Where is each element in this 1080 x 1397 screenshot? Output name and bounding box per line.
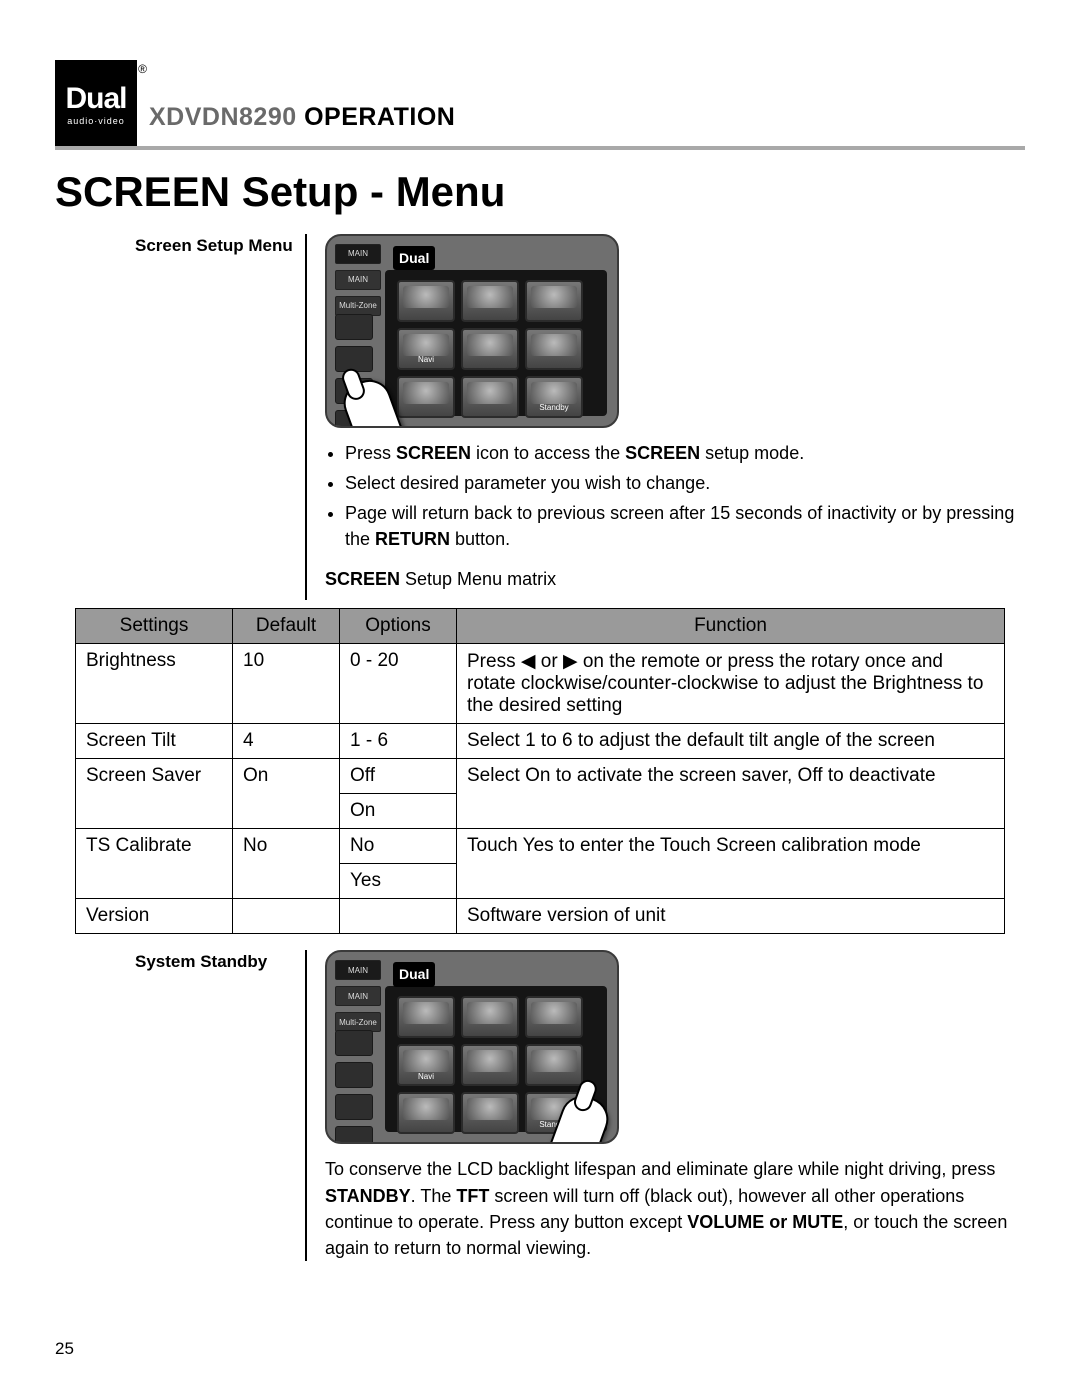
tab-multizone: Multi-Zone [335,296,381,316]
model-number: XDVDN8290 [149,103,297,131]
app-tile [461,1044,519,1086]
right-arrow-icon: ▶ [563,651,578,672]
block-label: Screen Setup Menu [135,234,305,600]
cell-default: No [233,829,340,899]
app-tile [525,1044,583,1086]
cell-default [233,899,340,934]
cell-function: Touch Yes to enter the Touch Screen cali… [457,829,1005,899]
tab-main-2: MAIN [335,270,381,290]
cell-options: Yes [340,864,457,899]
instruction-item: Page will return back to previous screen… [345,500,1025,552]
app-tile [397,996,455,1038]
table-row: Screen Saver On Off Select On to activat… [76,759,1005,794]
operation-label: OPERATION [297,103,456,131]
app-grid [397,996,583,1134]
side-icon [335,1062,373,1088]
block-content: Dual MAIN MAIN Multi-Zone [305,234,1025,600]
page-number: 25 [55,1339,74,1359]
cell-settings: Brightness [76,644,233,724]
instruction-item: Select desired parameter you wish to cha… [345,470,1025,496]
cell-default: 10 [233,644,340,724]
cell-function: Select 1 to 6 to adjust the default tilt… [457,724,1005,759]
cell-settings: Version [76,899,233,934]
manual-page: ® Dual audio·video XDVDN8290 OPERATION S… [0,0,1080,1397]
app-tile [397,280,455,322]
table-row: Version Software version of unit [76,899,1005,934]
left-arrow-icon: ◀ [521,651,536,672]
logo-text: Dual [65,85,126,112]
side-icon [335,314,373,340]
side-icon [335,1094,373,1120]
cell-function: Press ◀ or ▶ on the remote or press the … [457,644,1005,724]
tab-multizone: Multi-Zone [335,1012,381,1032]
device-screenshot: Dual MAIN MAIN Multi-Zone [325,234,619,428]
app-tile [461,996,519,1038]
cell-options: 1 - 6 [340,724,457,759]
app-navi [397,328,455,370]
cell-options: No [340,829,457,864]
device-brand: Dual [393,246,435,270]
cell-options: 0 - 20 [340,644,457,724]
block-content: Dual MAIN MAIN Multi-Zone [305,950,1025,1260]
app-tile [461,328,519,370]
pointing-hand-icon [338,374,405,428]
app-tile [461,376,519,418]
app-tile [525,280,583,322]
page-header: ® Dual audio·video XDVDN8290 OPERATION [55,60,1025,150]
table-header-row: Settings Default Options Function [76,609,1005,644]
app-navi [397,1044,455,1086]
cell-function: Select On to activate the screen saver, … [457,759,1005,829]
app-tile [525,328,583,370]
col-options: Options [340,609,457,644]
matrix-caption: SCREEN Setup Menu matrix [325,566,1025,592]
side-tabs: MAIN MAIN Multi-Zone [335,960,381,1032]
settings-matrix-table: Settings Default Options Function Bright… [75,608,1005,934]
screen-setup-block: Screen Setup Menu Dual MAIN MAIN Multi-Z… [135,234,1025,600]
app-tile [461,280,519,322]
device-brand: Dual [393,962,435,986]
app-tile [397,376,455,418]
header-title: XDVDN8290 OPERATION [149,103,455,146]
table-row: Screen Tilt 4 1 - 6 Select 1 to 6 to adj… [76,724,1005,759]
cell-default: 4 [233,724,340,759]
app-standby [525,376,583,418]
cell-options: Off [340,759,457,794]
instruction-item: Press SCREEN icon to access the SCREEN s… [345,440,1025,466]
cell-settings: Screen Tilt [76,724,233,759]
cell-options [340,899,457,934]
system-standby-block: System Standby Dual MAIN MAIN Multi-Zone [135,950,1025,1260]
cell-function: Software version of unit [457,899,1005,934]
instruction-list: Press SCREEN icon to access the SCREEN s… [325,440,1025,552]
cell-settings: TS Calibrate [76,829,233,899]
table-row: TS Calibrate No No Touch Yes to enter th… [76,829,1005,864]
col-function: Function [457,609,1005,644]
cell-default: On [233,759,340,829]
block-label: System Standby [135,950,305,1260]
cell-options: On [340,794,457,829]
logo-subtext: audio·video [67,116,125,126]
col-settings: Settings [76,609,233,644]
side-icon [335,1030,373,1056]
app-grid [397,280,583,418]
registered-icon: ® [138,62,147,76]
side-icons [335,1030,373,1144]
app-tile [397,1092,455,1134]
app-tile [461,1092,519,1134]
app-tile [525,996,583,1038]
col-default: Default [233,609,340,644]
standby-text: To conserve the LCD backlight lifespan a… [325,1156,1025,1260]
cell-settings: Screen Saver [76,759,233,829]
table-row: Brightness 10 0 - 20 Press ◀ or ▶ on the… [76,644,1005,724]
device-screenshot: Dual MAIN MAIN Multi-Zone [325,950,619,1144]
tab-main-2: MAIN [335,986,381,1006]
section-title: SCREEN Setup - Menu [55,168,1025,216]
tab-main-1: MAIN [335,244,381,264]
side-icon [335,1126,373,1144]
tab-main-1: MAIN [335,960,381,980]
side-tabs: MAIN MAIN Multi-Zone [335,244,381,316]
brand-logo: ® Dual audio·video [55,60,137,146]
